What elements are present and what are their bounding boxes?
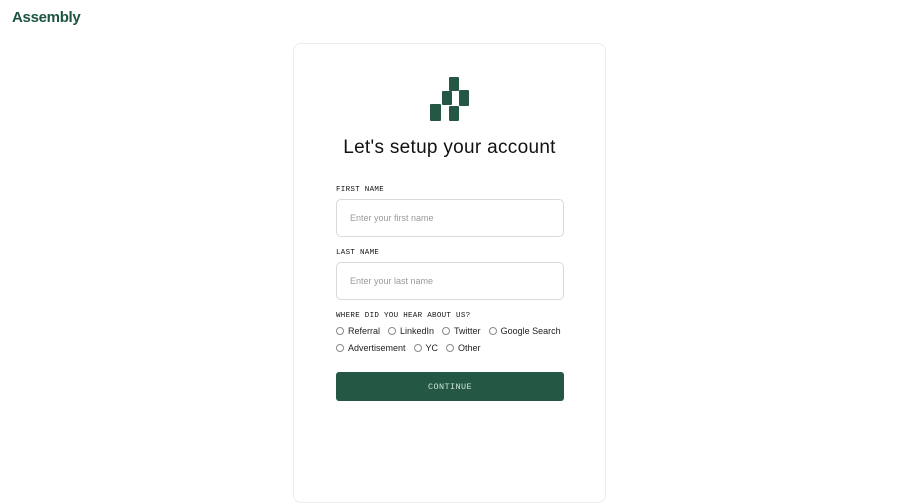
- radio-label: Other: [458, 343, 481, 353]
- source-options-row-1: Referral LinkedIn Twitter Google Search: [336, 325, 569, 337]
- radio-circle-icon[interactable]: [336, 327, 344, 335]
- radio-label: YC: [425, 343, 439, 353]
- radio-label: LinkedIn: [400, 326, 435, 336]
- radio-option-yc[interactable]: YC: [413, 343, 439, 353]
- radio-circle-icon[interactable]: [446, 344, 455, 352]
- first-name-input[interactable]: [336, 199, 564, 237]
- radio-circle-icon[interactable]: [413, 344, 422, 352]
- radio-circle-icon[interactable]: [488, 327, 497, 335]
- radio-circle-icon[interactable]: [388, 327, 397, 335]
- brand-logo-text[interactable]: Assembly: [12, 9, 81, 26]
- page-title: Let's setup your account: [343, 137, 556, 158]
- radio-label: Twitter: [454, 326, 481, 336]
- last-name-input[interactable]: [336, 262, 564, 300]
- radio-label: Referral: [348, 326, 381, 336]
- source-label: WHERE DID YOU HEAR ABOUT US?: [336, 312, 471, 320]
- radio-option-other[interactable]: Other: [446, 343, 481, 353]
- radio-option-twitter[interactable]: Twitter: [442, 326, 481, 336]
- radio-label: Google Search: [500, 326, 561, 336]
- continue-button[interactable]: CONTINUE: [336, 372, 564, 401]
- radio-option-linkedin[interactable]: LinkedIn: [388, 326, 434, 336]
- first-name-label: FIRST NAME: [336, 186, 385, 194]
- radio-option-referral[interactable]: Referral: [336, 326, 380, 336]
- radio-label: Advertisement: [348, 343, 406, 353]
- radio-circle-icon[interactable]: [336, 344, 344, 352]
- radio-option-google-search[interactable]: Google Search: [488, 326, 561, 336]
- radio-circle-icon[interactable]: [442, 327, 451, 335]
- radio-option-advertisement[interactable]: Advertisement: [336, 343, 406, 353]
- last-name-label: LAST NAME: [336, 249, 380, 257]
- setup-card: Let's setup your account FIRST NAME LAST…: [293, 43, 606, 503]
- assembly-logo-icon: [430, 77, 469, 121]
- source-options-row-2: Advertisement YC Other: [336, 342, 489, 354]
